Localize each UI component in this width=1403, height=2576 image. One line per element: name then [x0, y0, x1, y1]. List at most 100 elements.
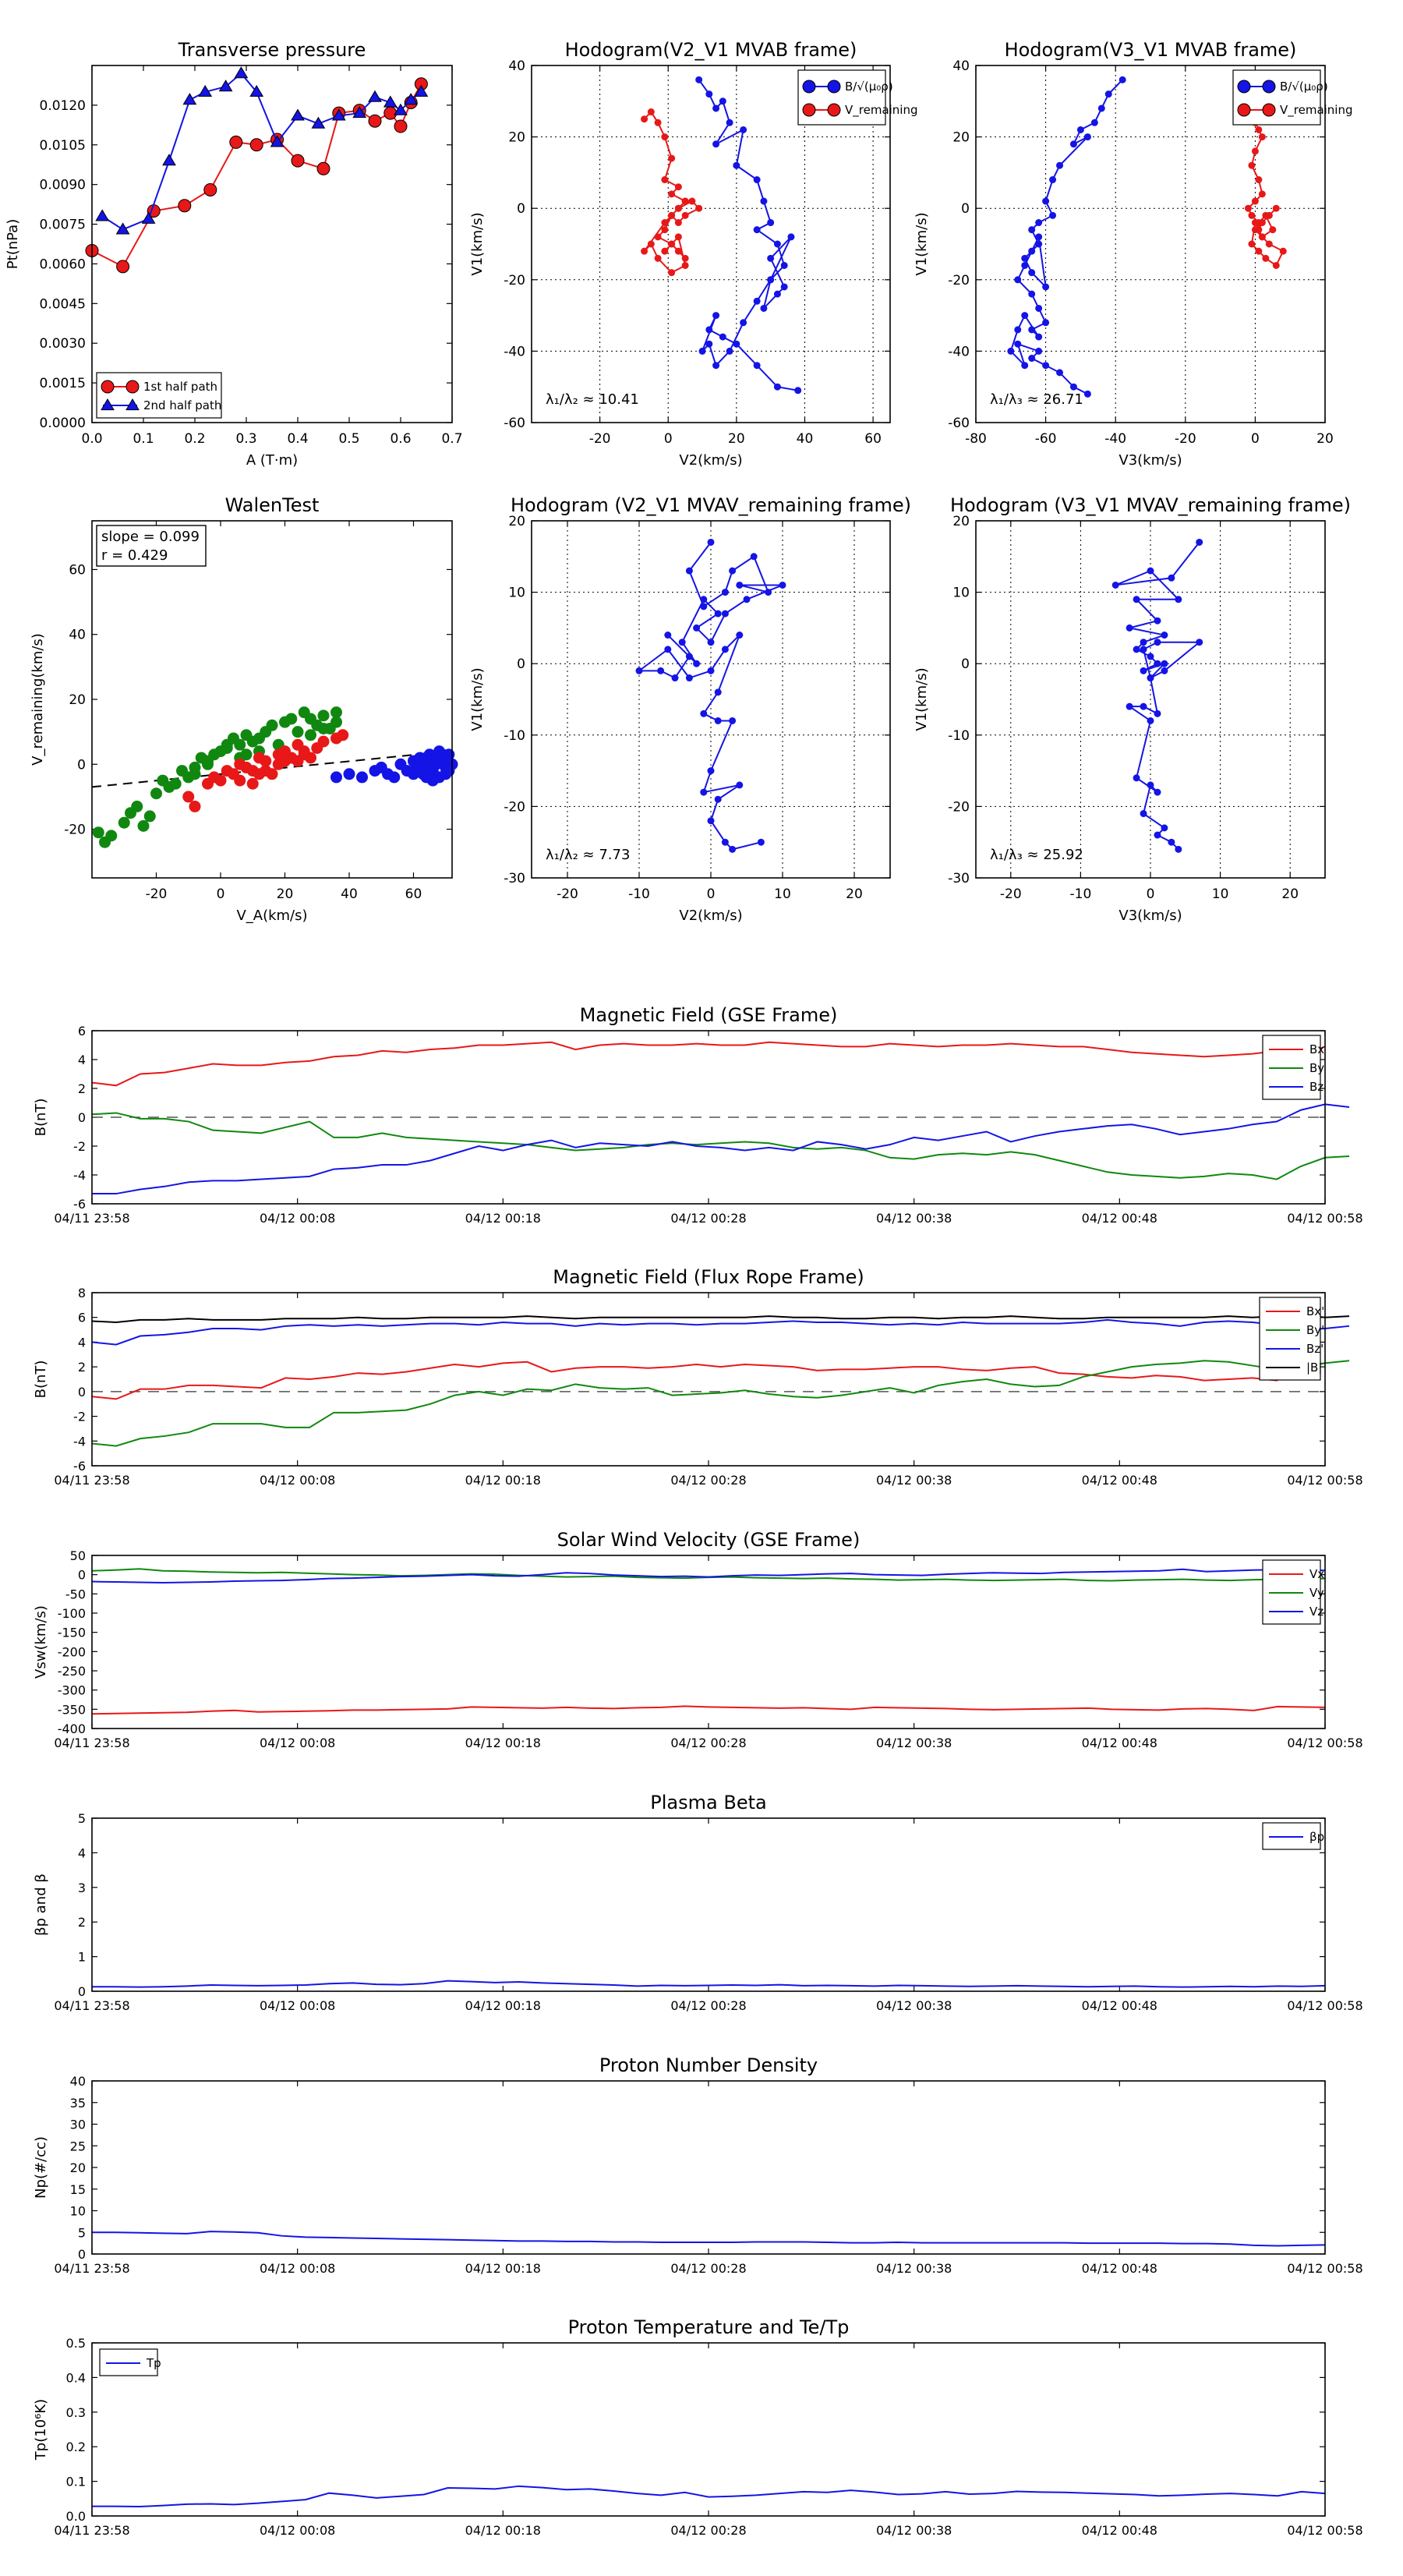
x-tick-label-h13: 0 [1251, 431, 1260, 447]
ratio-annotation-h12: λ₁/λ₂ ≈ 10.41 [546, 391, 639, 408]
plot-frame-tpt [91, 2342, 1326, 2517]
y-tick-label-bfr: 8 [78, 1286, 86, 1300]
y-tick-label-beta: 4 [78, 1845, 86, 1860]
legend-label-bgse: By [1309, 1061, 1324, 1075]
chart-title-bfr: Magnetic Field (Flux Rope Frame) [553, 1266, 864, 1288]
data-point-h13 [1265, 240, 1273, 248]
plot-area-walen [91, 706, 458, 848]
data-point-walen [234, 774, 246, 787]
x-tick-label-beta: 04/11 23:58 [54, 1998, 129, 2013]
chart-title-walen: WalenTest [225, 494, 320, 516]
series-line-bgse-0 [91, 1041, 1326, 1087]
data-point-h12 [726, 119, 733, 126]
y-tick-label-bfr: -6 [73, 1459, 86, 1474]
data-point-h12 [674, 204, 682, 212]
axes-beta: 04/11 23:58 04/12 00:08 04/12 00:18 04/12 0… [54, 1811, 1362, 2013]
legend-label-beta: βp [1309, 1830, 1324, 1844]
data-point-h13 [1251, 197, 1259, 205]
y-axis-label-bgse: B(nT) [33, 1099, 49, 1137]
data-point-h12 [760, 304, 768, 312]
data-point-h12r [729, 717, 737, 724]
data-point-tp [383, 106, 398, 120]
data-point-h13r [1147, 567, 1154, 575]
data-point-h12 [760, 197, 768, 205]
y-tick-label-bgse: 0 [78, 1110, 86, 1125]
data-point-h13 [1042, 283, 1050, 291]
y-tick-label-tpt: 0.3 [66, 2405, 86, 2420]
data-point-h13r [1196, 538, 1203, 546]
data-point-h13r [1175, 845, 1182, 853]
data-point-h13r [1161, 667, 1168, 674]
data-point-walen [411, 758, 423, 770]
x-tick-label-h12r: 0 [707, 886, 716, 902]
data-point-h13 [1056, 161, 1064, 169]
data-point-h12 [712, 104, 720, 112]
data-point-h13 [1021, 362, 1029, 370]
y-tick-label-np: 40 [70, 2074, 86, 2089]
data-point-walen [317, 709, 330, 722]
y-axis-label-walen: V_remaining(km/s) [30, 633, 46, 766]
legend-tpt: Tp [99, 2348, 161, 2376]
data-point-h12r [765, 589, 772, 596]
data-point-h13r [1196, 639, 1203, 646]
data-point-h12r [736, 781, 744, 789]
y-tick-label-h12r: -30 [504, 871, 525, 886]
data-point-tp [234, 66, 249, 79]
data-point-h12 [668, 154, 676, 162]
legend-marker-h13 [1262, 103, 1276, 117]
legend-label-bfr: By' [1306, 1323, 1324, 1337]
data-point-h12 [740, 126, 747, 133]
x-tick-label-walen: 60 [405, 886, 422, 902]
legend-marker-h13 [1237, 103, 1251, 117]
data-point-h13 [1049, 211, 1057, 219]
y-tick-label-beta: 2 [78, 1915, 86, 1930]
y-tick-label-h12r: 20 [508, 514, 525, 529]
y-tick-label-h13r: -20 [948, 799, 970, 815]
x-tick-label-bfr: 04/12 00:38 [876, 1473, 952, 1488]
x-tick-label-np: 04/11 23:58 [54, 2261, 129, 2276]
ratio-annotation-h13: λ₁/λ₃ ≈ 26.71 [990, 391, 1083, 408]
data-point-walen [343, 768, 355, 780]
x-tick-label-tp: 0.3 [235, 431, 256, 447]
data-point-tp [115, 222, 130, 235]
data-point-h13 [1083, 390, 1091, 398]
data-point-h12 [712, 312, 720, 320]
data-point-h13 [1028, 247, 1036, 255]
data-point-walen [246, 777, 259, 790]
data-point-h13r [1168, 838, 1175, 846]
data-point-h12r [685, 567, 693, 575]
data-point-h13 [1014, 276, 1022, 284]
data-point-walen [279, 755, 291, 767]
data-point-h12 [647, 240, 655, 248]
y-tick-label-tpt: 0.0 [66, 2509, 86, 2524]
data-point-walen [105, 830, 118, 842]
y-axis-label-beta: βp and β [33, 1874, 49, 1936]
data-point-tp [95, 209, 110, 221]
data-point-walen [429, 752, 442, 764]
data-point-h13 [1049, 176, 1057, 184]
legend-marker-h13 [1262, 80, 1276, 94]
data-point-h13 [1279, 247, 1287, 255]
data-point-h13 [1035, 219, 1043, 227]
data-point-h13r [1147, 674, 1154, 682]
y-tick-label-bgse: 2 [78, 1081, 86, 1096]
legend-label-vsw: Vz [1309, 1605, 1323, 1619]
data-point-h12r [707, 767, 715, 775]
data-point-h13 [1265, 211, 1273, 219]
data-point-h13 [1028, 326, 1036, 334]
y-tick-label-h12: 20 [508, 130, 525, 146]
y-tick-label-vsw: -350 [58, 1702, 86, 1717]
data-point-h12r [757, 838, 765, 846]
y-tick-label-beta: 5 [78, 1811, 86, 1826]
y-tick-label-bgse: -2 [73, 1139, 86, 1154]
y-tick-label-h13: 0 [961, 201, 970, 217]
data-point-h13r [1175, 596, 1182, 603]
y-tick-label-bfr: -2 [73, 1410, 86, 1424]
walen-stats: slope = 0.099 r = 0.429 [96, 525, 207, 567]
data-point-h13r [1133, 646, 1140, 653]
data-point-tp [249, 138, 263, 152]
y-tick-label-h13r: 0 [961, 656, 970, 672]
y-tick-label-bfr: 4 [78, 1335, 86, 1350]
chart-title-h13: Hodogram(V3_V1 MVAB frame) [1005, 39, 1297, 61]
axes-np: 04/11 23:58 04/12 00:08 04/12 00:18 04/12 0… [54, 2074, 1362, 2276]
